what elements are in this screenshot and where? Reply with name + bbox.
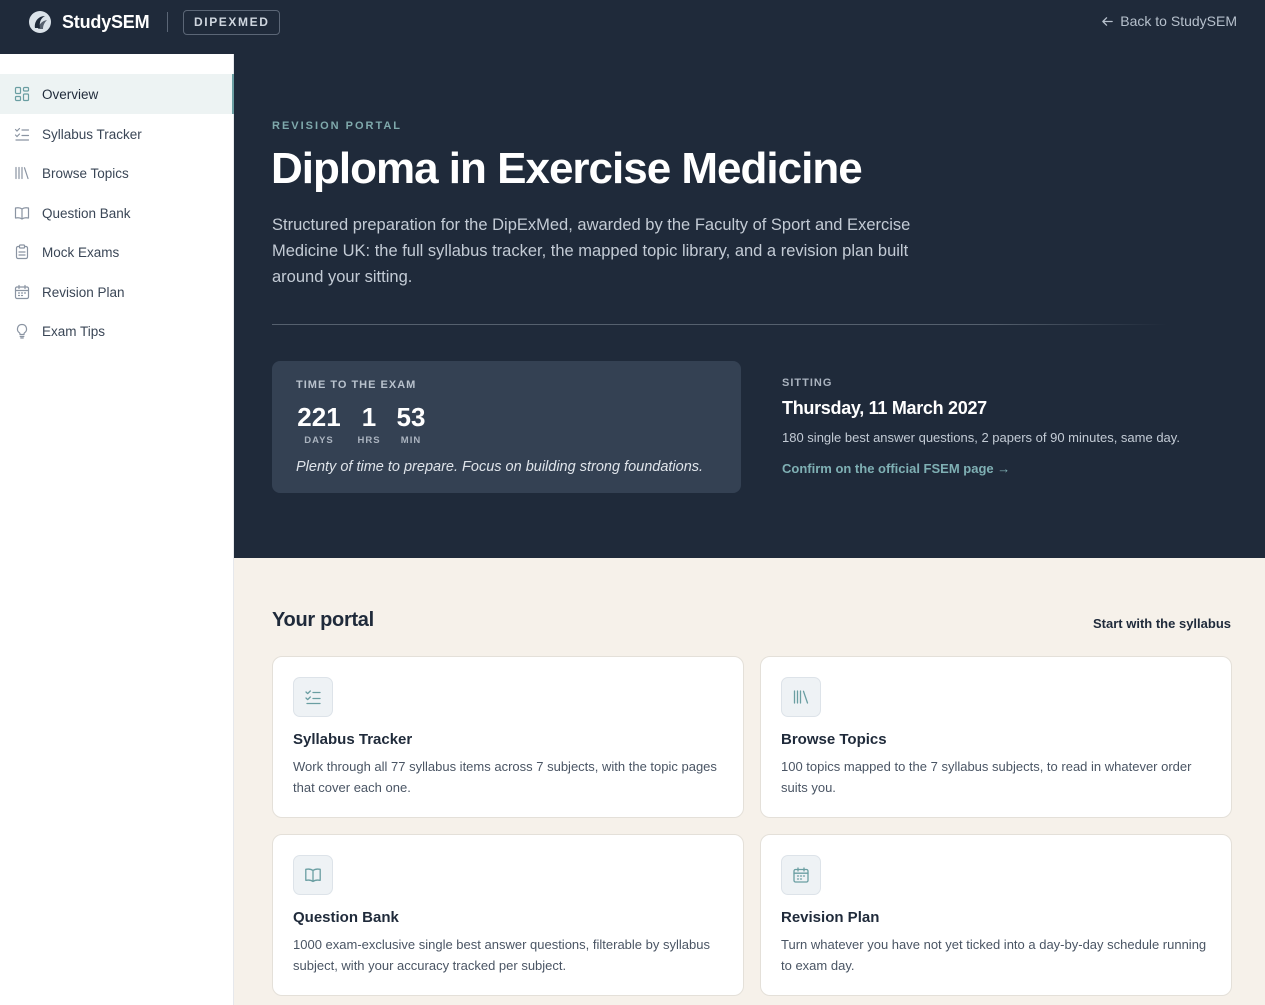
checklist-icon <box>293 677 333 717</box>
page-title: Diploma in Exercise Medicine <box>271 144 863 193</box>
countdown-minutes-unit: MIN <box>400 435 422 446</box>
card-description: 1000 exam-exclusive single best answer q… <box>293 937 710 973</box>
portal-card-syllabus-tracker[interactable]: Syllabus Tracker Work through all 77 syl… <box>272 656 744 818</box>
course-badge: DIPEXMED <box>183 10 281 35</box>
sidebar-item-browse-topics[interactable]: Browse Topics <box>0 153 234 193</box>
back-to-studysem-link[interactable]: Back to StudySEM <box>1101 13 1237 29</box>
portal-card-question-bank[interactable]: Question Bank 1000 exam-exclusive single… <box>272 834 744 996</box>
card-title: Browse Topics <box>781 731 887 748</box>
sidebar-item-label: Syllabus Tracker <box>42 126 142 142</box>
portal-card-revision-plan[interactable]: Revision Plan Turn whatever you have not… <box>760 834 1232 996</box>
countdown-minutes-value: 53 <box>396 402 426 432</box>
card-title: Question Bank <box>293 909 399 926</box>
countdown-hours-value: 1 <box>361 402 377 432</box>
book-open-icon <box>293 855 333 895</box>
sidebar-item-revision-plan[interactable]: Revision Plan <box>0 272 234 312</box>
portal-section: Your portal Start with the syllabus Syll… <box>234 558 1265 1005</box>
hero-section: REVISION PORTAL Diploma in Exercise Medi… <box>234 54 1265 558</box>
sidebar-item-label: Browse Topics <box>42 165 129 181</box>
start-with-syllabus-link[interactable]: Start with the syllabus <box>1093 616 1231 631</box>
sidebar-item-label: Question Bank <box>42 205 131 221</box>
sitting-date: Thursday, 11 March 2027 <box>782 398 987 418</box>
hero-description: Structured preparation for the DipExMed,… <box>272 216 911 286</box>
portal-title: Your portal <box>272 609 374 631</box>
sidebar-item-question-bank[interactable]: Question Bank <box>0 193 234 233</box>
card-title: Revision Plan <box>781 909 880 926</box>
lightbulb-icon <box>14 323 30 339</box>
calendar-icon <box>14 284 30 300</box>
sidebar-item-syllabus-tracker[interactable]: Syllabus Tracker <box>0 114 234 154</box>
countdown-days: 221 DAYS <box>296 401 342 446</box>
countdown-label: TIME TO THE EXAM <box>296 379 417 391</box>
back-link-label: Back to StudySEM <box>1120 13 1237 29</box>
countdown-note: Plenty of time to prepare. Focus on buil… <box>296 459 704 475</box>
calendar-icon <box>781 855 821 895</box>
countdown-minutes: 53 MIN <box>394 401 428 446</box>
sidebar: Overview Syllabus Tracker Browse Topics … <box>0 54 234 1005</box>
grid-icon <box>14 86 30 102</box>
sidebar-item-exam-tips[interactable]: Exam Tips <box>0 311 234 351</box>
studysem-logo-icon[interactable] <box>28 10 52 34</box>
sidebar-item-overview[interactable]: Overview <box>0 74 234 114</box>
sitting-description: 180 single best answer questions, 2 pape… <box>782 430 1180 445</box>
library-icon <box>781 677 821 717</box>
arrow-left-icon <box>1102 16 1114 26</box>
countdown-days-value: 221 <box>297 402 341 432</box>
countdown-days-unit: DAYS <box>304 435 334 446</box>
countdown-card: TIME TO THE EXAM 221 DAYS 1 HRS 53 MIN P… <box>272 361 741 493</box>
sidebar-item-label: Revision Plan <box>42 284 125 300</box>
top-bar: StudySEM DIPEXMED Back to StudySEM <box>0 0 1265 54</box>
portal-card-browse-topics[interactable]: Browse Topics 100 topics mapped to the 7… <box>760 656 1232 818</box>
card-title: Syllabus Tracker <box>293 731 413 748</box>
hero-divider <box>272 324 1167 325</box>
hero-eyebrow: REVISION PORTAL <box>272 120 403 132</box>
book-open-icon <box>14 205 30 221</box>
official-fsem-link[interactable]: Confirm on the official FSEM page → <box>782 461 1010 476</box>
sidebar-item-label: Mock Exams <box>42 244 120 260</box>
countdown-hours-unit: HRS <box>357 435 381 446</box>
card-description: Work through all 77 syllabus items acros… <box>293 759 717 795</box>
brand-divider <box>167 12 168 32</box>
card-description: 100 topics mapped to the 7 syllabus subj… <box>781 759 1192 795</box>
sidebar-item-label: Overview <box>42 86 99 102</box>
sidebar-item-mock-exams[interactable]: Mock Exams <box>0 232 234 272</box>
brand-name[interactable]: StudySEM <box>62 12 150 33</box>
checklist-icon <box>14 126 30 142</box>
clipboard-icon <box>14 244 30 260</box>
countdown-hours: 1 HRS <box>354 401 384 446</box>
card-description: Turn whatever you have not yet ticked in… <box>781 937 1207 973</box>
sidebar-item-label: Exam Tips <box>42 323 106 339</box>
library-icon <box>14 165 30 181</box>
sitting-label: SITTING <box>782 377 833 389</box>
